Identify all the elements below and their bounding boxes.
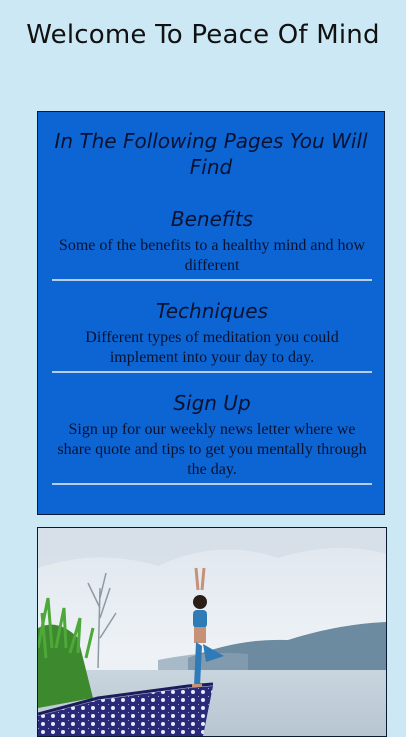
section-divider: [52, 483, 372, 485]
page-title: Welcome To Peace Of Mind: [26, 20, 380, 50]
section-text-benefits: Some of the benefits to a healthy mind a…: [58, 237, 366, 274]
yoga-photo-illustration: [38, 528, 386, 736]
card-heading: In The Following Pages You Will Find: [54, 129, 368, 179]
section-text-sign-up: Sign up for our weekly news letter where…: [57, 421, 367, 478]
section-benefits: Benefits Some of the benefits to a healt…: [52, 206, 372, 276]
section-sign-up: Sign Up Sign up for our weekly news lett…: [52, 390, 372, 480]
section-text-techniques: Different types of meditation you could …: [85, 329, 339, 366]
section-divider: [52, 371, 372, 373]
section-divider: [52, 279, 372, 281]
section-title-sign-up: Sign Up: [173, 391, 251, 415]
section-techniques: Techniques Different types of meditation…: [52, 298, 372, 368]
section-title-techniques: Techniques: [155, 299, 269, 323]
section-title-benefits: Benefits: [170, 207, 254, 231]
yoga-photo: [37, 527, 387, 737]
info-card: In The Following Pages You Will Find Ben…: [37, 111, 385, 515]
